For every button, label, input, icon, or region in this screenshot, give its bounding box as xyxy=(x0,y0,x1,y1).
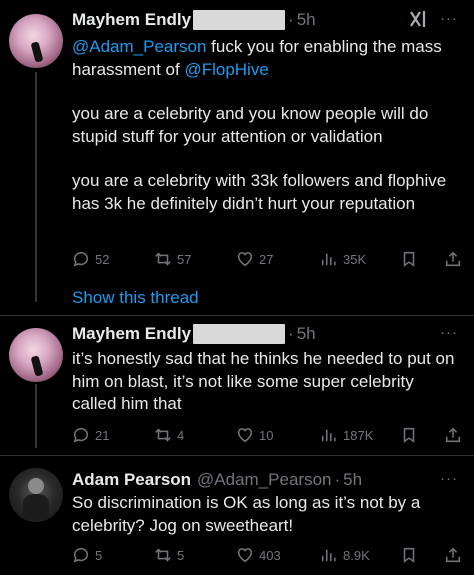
like-count: 27 xyxy=(259,251,274,267)
show-thread-link[interactable]: Show this thread xyxy=(72,288,199,308)
separator-dot: · xyxy=(288,324,294,343)
share-button[interactable] xyxy=(444,544,462,566)
timestamp[interactable]: 5h xyxy=(343,470,362,490)
view-count: 35K xyxy=(343,251,367,267)
more-options-icon[interactable]: ··· xyxy=(440,10,458,27)
redacted-handle xyxy=(193,10,286,30)
divider xyxy=(0,315,474,316)
share-icon xyxy=(445,251,461,267)
bookmark-button[interactable] xyxy=(400,544,418,566)
bookmark-icon xyxy=(403,251,415,267)
retweet-icon xyxy=(155,548,171,562)
avatar-figure xyxy=(23,494,49,520)
thread-connector xyxy=(35,384,37,448)
tweet-header: Mayhem Endly · 5h xyxy=(72,322,316,346)
bookmark-button[interactable] xyxy=(400,424,418,446)
avatar[interactable] xyxy=(9,328,63,382)
display-name[interactable]: Mayhem Endly xyxy=(72,324,191,344)
share-button[interactable] xyxy=(444,248,462,270)
reply-count: 21 xyxy=(95,427,110,443)
views-button[interactable]: 35K xyxy=(320,248,366,270)
tweet-paragraph: @Adam_Pearson fuck you for enabling the … xyxy=(72,36,462,81)
display-name[interactable]: Mayhem Endly xyxy=(72,10,191,30)
thread-dots xyxy=(33,282,39,310)
view-count: 8.9K xyxy=(343,547,370,563)
like-count: 10 xyxy=(259,427,274,443)
retweet-icon xyxy=(155,252,171,266)
reply-icon xyxy=(73,427,89,443)
reply-button[interactable]: 5 xyxy=(72,544,102,566)
tweet-body: it’s honestly sad that he thinks he need… xyxy=(72,349,455,413)
microphone-graphic xyxy=(30,355,44,377)
reply-icon xyxy=(73,251,89,267)
like-count: 403 xyxy=(259,547,281,563)
xai-icon[interactable] xyxy=(408,9,428,34)
bookmark-button[interactable] xyxy=(400,248,418,270)
tweet-body: @Adam_Pearson fuck you for enabling the … xyxy=(72,36,462,215)
separator-dot: · xyxy=(288,10,294,29)
views-button[interactable]: 187K xyxy=(320,424,373,446)
more-options-icon[interactable]: ··· xyxy=(440,470,458,487)
retweet-count: 4 xyxy=(177,427,185,443)
heart-icon xyxy=(237,548,253,563)
bookmark-icon xyxy=(403,427,415,443)
share-button[interactable] xyxy=(444,424,462,446)
retweet-button[interactable]: 5 xyxy=(154,544,184,566)
avatar[interactable] xyxy=(9,14,63,68)
tweet-actions: 21 4 10 187K xyxy=(72,424,464,446)
retweet-button[interactable]: 57 xyxy=(154,248,191,270)
tweet-actions: 52 57 27 35K xyxy=(72,248,464,270)
share-icon xyxy=(445,427,461,443)
retweet-count: 5 xyxy=(177,547,185,563)
thread-connector xyxy=(35,72,37,300)
reply-button[interactable]: 21 xyxy=(72,424,109,446)
handle[interactable]: @Adam_Pearson xyxy=(197,470,331,490)
tweet-header: Adam Pearson @Adam_Pearson · 5h xyxy=(72,468,362,492)
retweet-icon xyxy=(155,428,171,442)
tweet-header: Mayhem Endly · 5h xyxy=(72,8,316,32)
retweet-button[interactable]: 4 xyxy=(154,424,184,446)
retweet-count: 57 xyxy=(177,251,192,267)
timestamp[interactable]: 5h xyxy=(297,10,316,30)
heart-icon xyxy=(237,428,253,443)
reply-button[interactable]: 52 xyxy=(72,248,109,270)
like-button[interactable]: 10 xyxy=(236,424,273,446)
reply-count: 5 xyxy=(95,547,103,563)
share-icon xyxy=(445,547,461,563)
mention-link[interactable]: @Adam_Pearson xyxy=(72,37,206,56)
tweet-paragraph: you are a celebrity with 33k followers a… xyxy=(72,171,447,213)
more-options-icon[interactable]: ··· xyxy=(440,324,458,341)
redacted-handle xyxy=(193,324,286,344)
tweet-actions: 5 5 403 8.9K xyxy=(72,544,464,566)
analytics-icon xyxy=(321,253,336,266)
microphone-graphic xyxy=(30,41,44,63)
grok-icon xyxy=(410,11,426,27)
avatar-figure xyxy=(28,478,44,494)
like-button[interactable]: 403 xyxy=(236,544,281,566)
reply-icon xyxy=(73,547,89,563)
mention-link[interactable]: @FlopHive xyxy=(184,60,268,79)
separator-dot: · xyxy=(334,470,341,489)
analytics-icon xyxy=(321,429,336,442)
avatar[interactable] xyxy=(9,468,63,522)
bookmark-icon xyxy=(403,547,415,563)
timestamp[interactable]: 5h xyxy=(297,324,316,344)
analytics-icon xyxy=(321,549,336,562)
tweet-body: So discrimination is OK as long as it’s … xyxy=(72,493,421,535)
divider xyxy=(0,455,474,456)
display-name[interactable]: Adam Pearson xyxy=(72,470,191,490)
tweet-paragraph: you are a celebrity and you know people … xyxy=(72,104,429,146)
like-button[interactable]: 27 xyxy=(236,248,273,270)
view-count: 187K xyxy=(343,427,374,443)
heart-icon xyxy=(237,252,253,267)
views-button[interactable]: 8.9K xyxy=(320,544,370,566)
reply-count: 52 xyxy=(95,251,110,267)
